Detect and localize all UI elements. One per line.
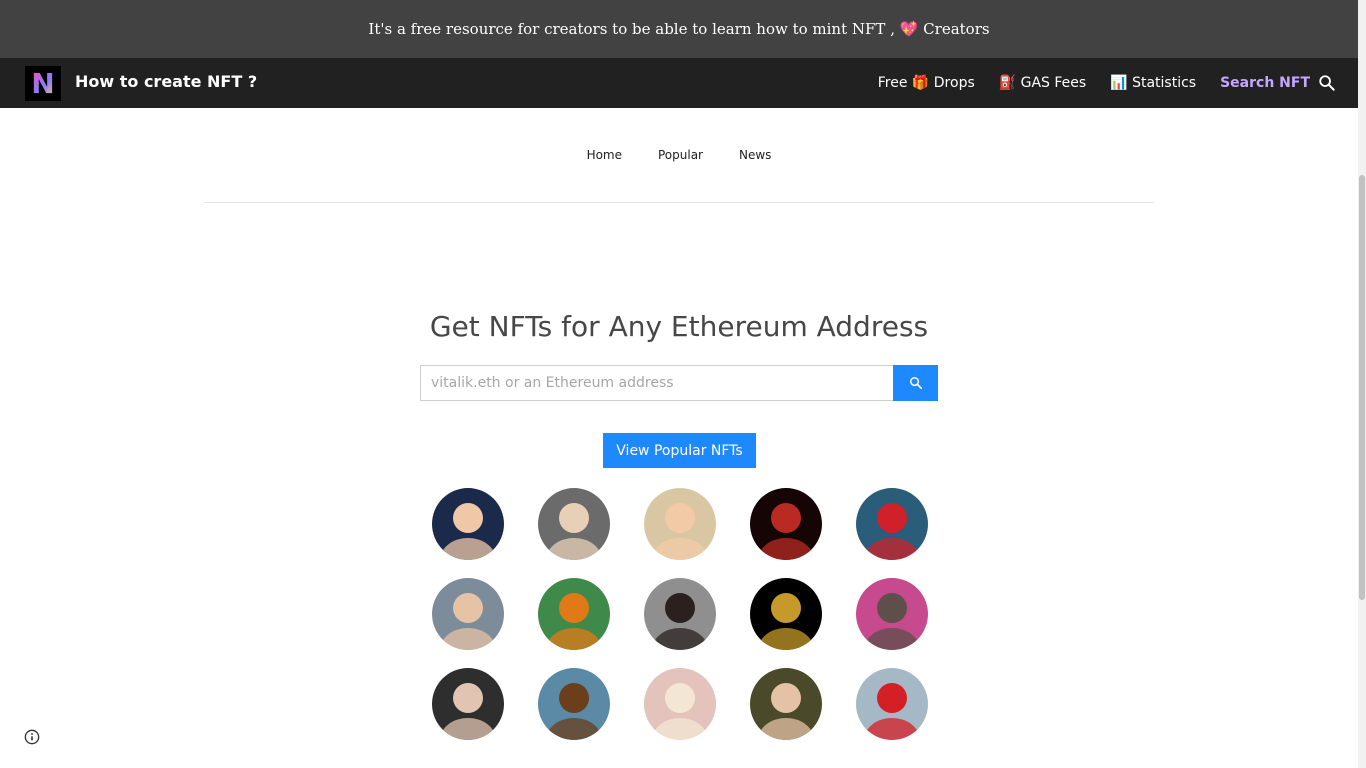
avatar-1[interactable]: [432, 488, 504, 560]
page-headline: Get NFTs for Any Ethereum Address: [429, 310, 929, 343]
avatar-14[interactable]: [750, 668, 822, 740]
subnav-popular[interactable]: Popular: [658, 148, 703, 162]
avatar-5[interactable]: [856, 488, 928, 560]
search-icon[interactable]: [1318, 74, 1336, 92]
nav-link-free-drops[interactable]: Free 🎁 Drops: [878, 75, 975, 91]
nav-links: Free 🎁 Drops ⛽ GAS Fees 📊 Statistics Sea…: [878, 58, 1310, 108]
subnav-home[interactable]: Home: [587, 148, 622, 162]
subnav-news[interactable]: News: [739, 148, 771, 162]
avatar-3[interactable]: [644, 488, 716, 560]
sub-navigation: Home Popular News: [204, 108, 1154, 203]
avatar-9[interactable]: [750, 578, 822, 650]
address-search-button[interactable]: [893, 365, 938, 401]
avatar-2[interactable]: [538, 488, 610, 560]
scrollbar-thumb[interactable]: [1359, 175, 1365, 600]
nav-link-gas-fees[interactable]: ⛽ GAS Fees: [999, 75, 1086, 91]
info-icon[interactable]: [24, 729, 40, 745]
top-navigation: N How to create NFT ? Free 🎁 Drops ⛽ GAS…: [0, 58, 1358, 108]
page-scrollbar[interactable]: [1358, 0, 1366, 768]
view-popular-nfts-button[interactable]: View Popular NFTs: [603, 433, 756, 468]
logo-letter: N: [31, 67, 55, 100]
avatar-10[interactable]: [856, 578, 928, 650]
avatar-15[interactable]: [856, 668, 928, 740]
avatar-7[interactable]: [538, 578, 610, 650]
announcement-text: It's a free resource for creators to be …: [368, 20, 990, 38]
avatar-4[interactable]: [750, 488, 822, 560]
announcement-bar: It's a free resource for creators to be …: [0, 0, 1358, 58]
address-search: [420, 365, 938, 401]
site-title[interactable]: How to create NFT ?: [75, 72, 257, 91]
nav-link-statistics[interactable]: 📊 Statistics: [1110, 75, 1196, 91]
avatar-11[interactable]: [432, 668, 504, 740]
search-icon: [909, 376, 922, 390]
avatar-8[interactable]: [644, 578, 716, 650]
avatar-13[interactable]: [644, 668, 716, 740]
address-search-input[interactable]: [420, 365, 893, 401]
site-logo[interactable]: N: [25, 66, 61, 101]
nav-link-search-nft[interactable]: Search NFT: [1220, 75, 1310, 91]
avatar-12[interactable]: [538, 668, 610, 740]
avatar-6[interactable]: [432, 578, 504, 650]
avatar-grid: [432, 488, 928, 740]
